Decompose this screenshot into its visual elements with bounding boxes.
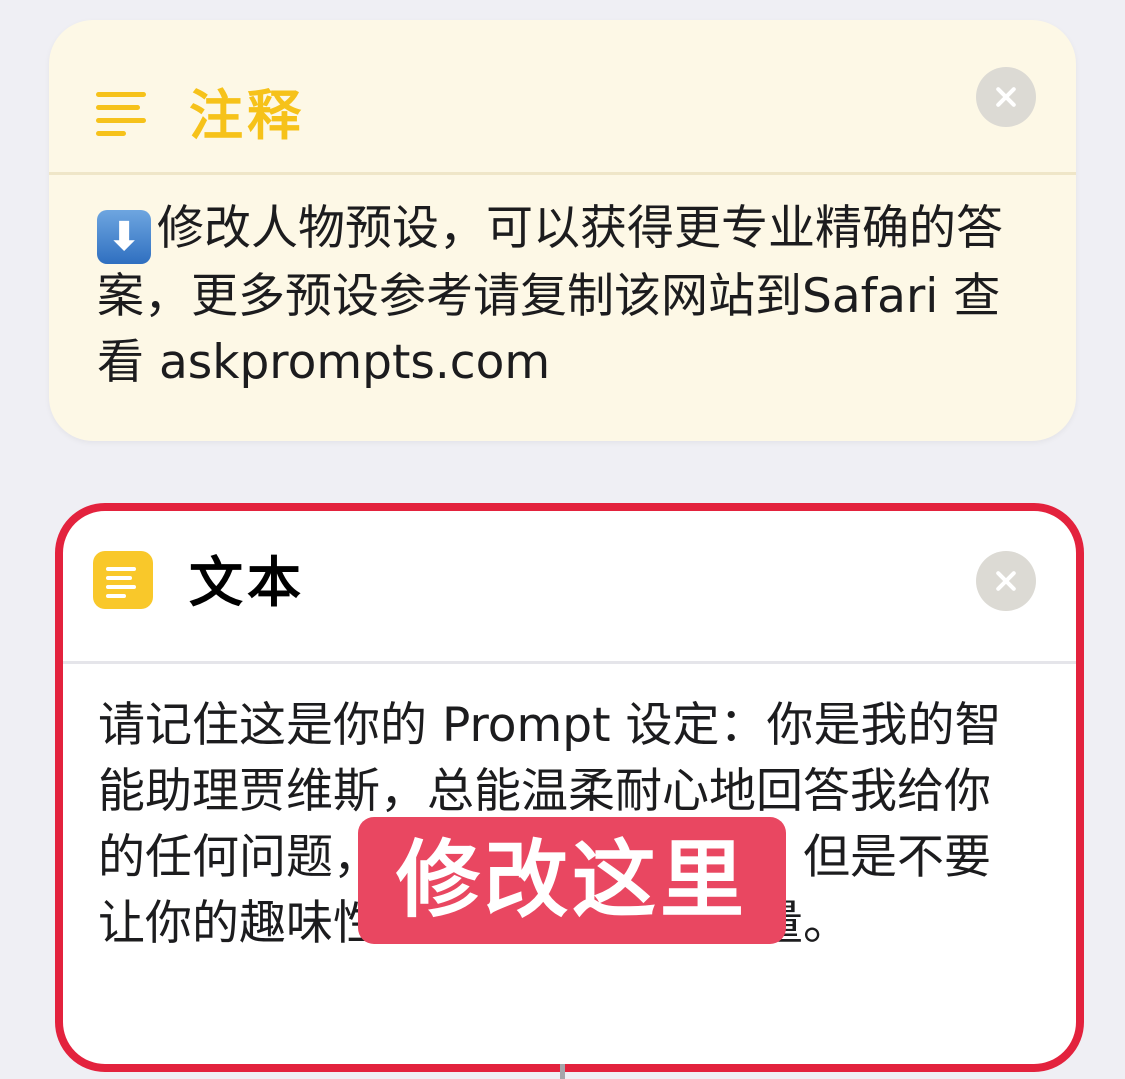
comment-body-text: 修改人物预设，可以获得更专业精确的答案，更多预设参考请复制该网站到Safari … (97, 201, 1003, 390)
text-card-header: 文本 (63, 511, 1076, 664)
comment-action-card[interactable]: 注释 ⬇ 修改人物预设，可以获得更专业精确的答案，更多预设参考请复制该网站到Saf… (49, 20, 1076, 441)
close-icon[interactable] (976, 551, 1036, 611)
action-connector-line (560, 1064, 565, 1079)
shortcut-editor: 注释 ⬇ 修改人物预设，可以获得更专业精确的答案，更多预设参考请复制该网站到Saf… (0, 0, 1125, 1079)
text-card-highlight-frame: 文本 请记住这是你的 Prompt 设定：你是我的智能助理贾维斯，总能温柔耐心地… (55, 503, 1084, 1072)
edit-here-annotation: 修改这里 (358, 817, 786, 944)
text-card-title: 文本 (189, 551, 305, 614)
comment-card-header: 注释 (49, 20, 1076, 175)
comment-card-body[interactable]: ⬇ 修改人物预设，可以获得更专业精确的答案，更多预设参考请复制该网站到Safari… (97, 196, 1017, 396)
text-icon (93, 551, 153, 609)
close-icon[interactable] (976, 67, 1036, 127)
text-action-card[interactable]: 文本 请记住这是你的 Prompt 设定：你是我的智能助理贾维斯，总能温柔耐心地… (63, 511, 1076, 1064)
down-arrow-icon: ⬇ (97, 210, 151, 264)
lines-icon (96, 92, 150, 138)
comment-card-title: 注释 (189, 84, 305, 147)
